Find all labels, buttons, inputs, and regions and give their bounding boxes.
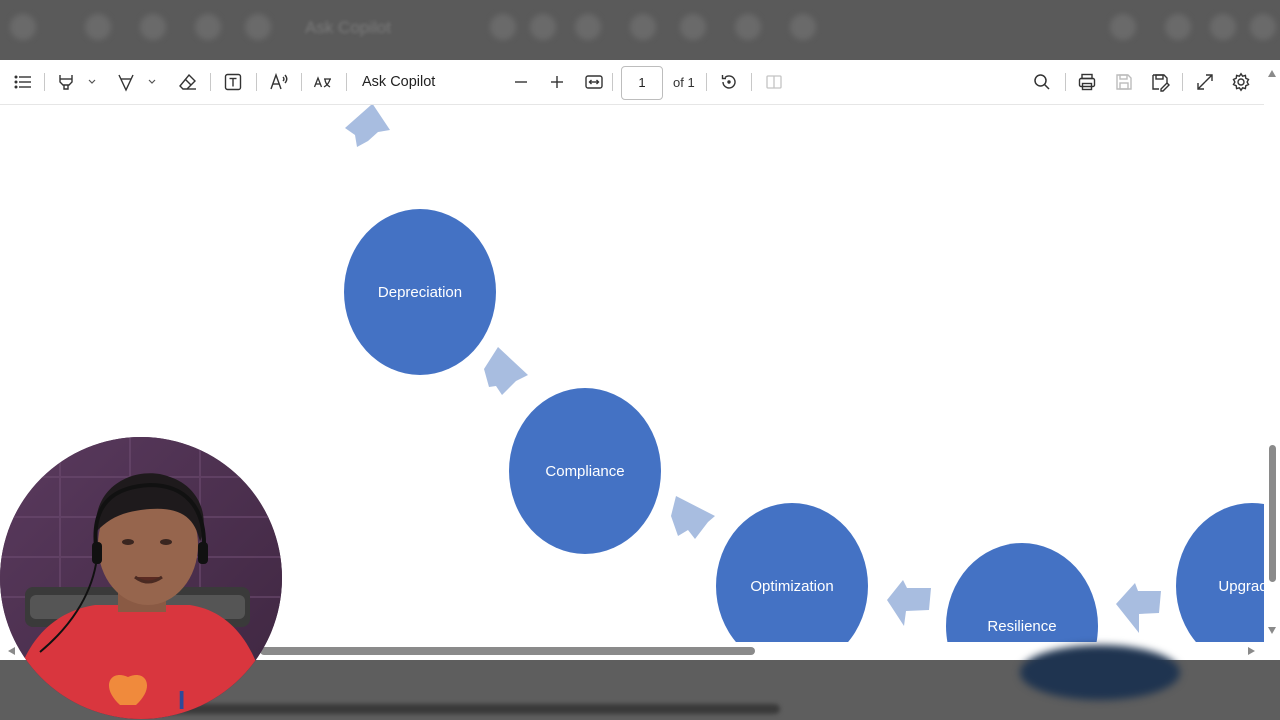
blurred-scrollbar [160, 704, 780, 714]
highlight-options-chevron-down-icon[interactable] [86, 70, 98, 94]
flow-arrow [345, 105, 390, 147]
node-label-optimization: Optimization [750, 578, 833, 595]
presenter-video-image: I [0, 437, 282, 719]
scroll-down-arrow-icon[interactable] [1268, 627, 1276, 634]
node-label-resilience: Resilience [987, 618, 1056, 635]
page-view-icon [763, 70, 785, 94]
blurred-title: Ask Copilot [305, 18, 391, 37]
contents-list-icon[interactable] [12, 70, 34, 94]
add-text-icon[interactable] [222, 70, 244, 94]
print-icon[interactable] [1076, 70, 1098, 94]
viewer-toolbar: Ask Copilot 1 of 1 [0, 60, 1264, 105]
save-icon [1113, 70, 1135, 94]
flow-arrow [1116, 583, 1161, 633]
node-label-depreciation: Depreciation [378, 284, 462, 301]
node-upgrade [1176, 503, 1264, 642]
highlight-icon[interactable] [55, 70, 77, 94]
draw-icon[interactable] [115, 70, 137, 94]
scroll-right-arrow-icon[interactable] [1248, 647, 1255, 655]
rotate-icon[interactable] [718, 70, 740, 94]
settings-gear-icon[interactable] [1230, 70, 1252, 94]
zoom-out-icon[interactable] [511, 70, 531, 94]
page-number-input[interactable]: 1 [621, 66, 663, 100]
fullscreen-icon[interactable] [1194, 70, 1216, 94]
translate-icon[interactable] [312, 70, 334, 94]
node-label-compliance: Compliance [545, 463, 624, 480]
node-optimization [716, 503, 868, 642]
webcam-overlay: I [0, 437, 282, 719]
search-icon[interactable] [1031, 70, 1053, 94]
node-label-upgrade: Upgrad [1218, 578, 1264, 595]
page-total: of 1 [673, 75, 695, 90]
draw-options-chevron-down-icon[interactable] [146, 70, 158, 94]
scroll-left-arrow-icon[interactable] [8, 647, 15, 655]
save-as-icon[interactable] [1149, 70, 1171, 94]
horizontal-scroll-thumb[interactable] [260, 647, 755, 655]
fit-width-icon[interactable] [583, 70, 605, 94]
flow-arrow [671, 496, 715, 539]
read-aloud-icon[interactable] [268, 70, 290, 94]
vertical-scroll-thumb[interactable] [1269, 445, 1276, 582]
flow-arrow [484, 347, 528, 395]
flow-arrow [887, 580, 931, 626]
ask-copilot-button[interactable]: Ask Copilot [362, 74, 435, 90]
eraser-icon[interactable] [177, 70, 199, 94]
blurred-background-shape [1020, 645, 1180, 700]
zoom-in-icon[interactable] [547, 70, 567, 94]
svg-text:I: I [178, 685, 185, 715]
background-window-strip: Ask Copilot [0, 0, 1280, 60]
scroll-up-arrow-icon[interactable] [1268, 70, 1276, 77]
